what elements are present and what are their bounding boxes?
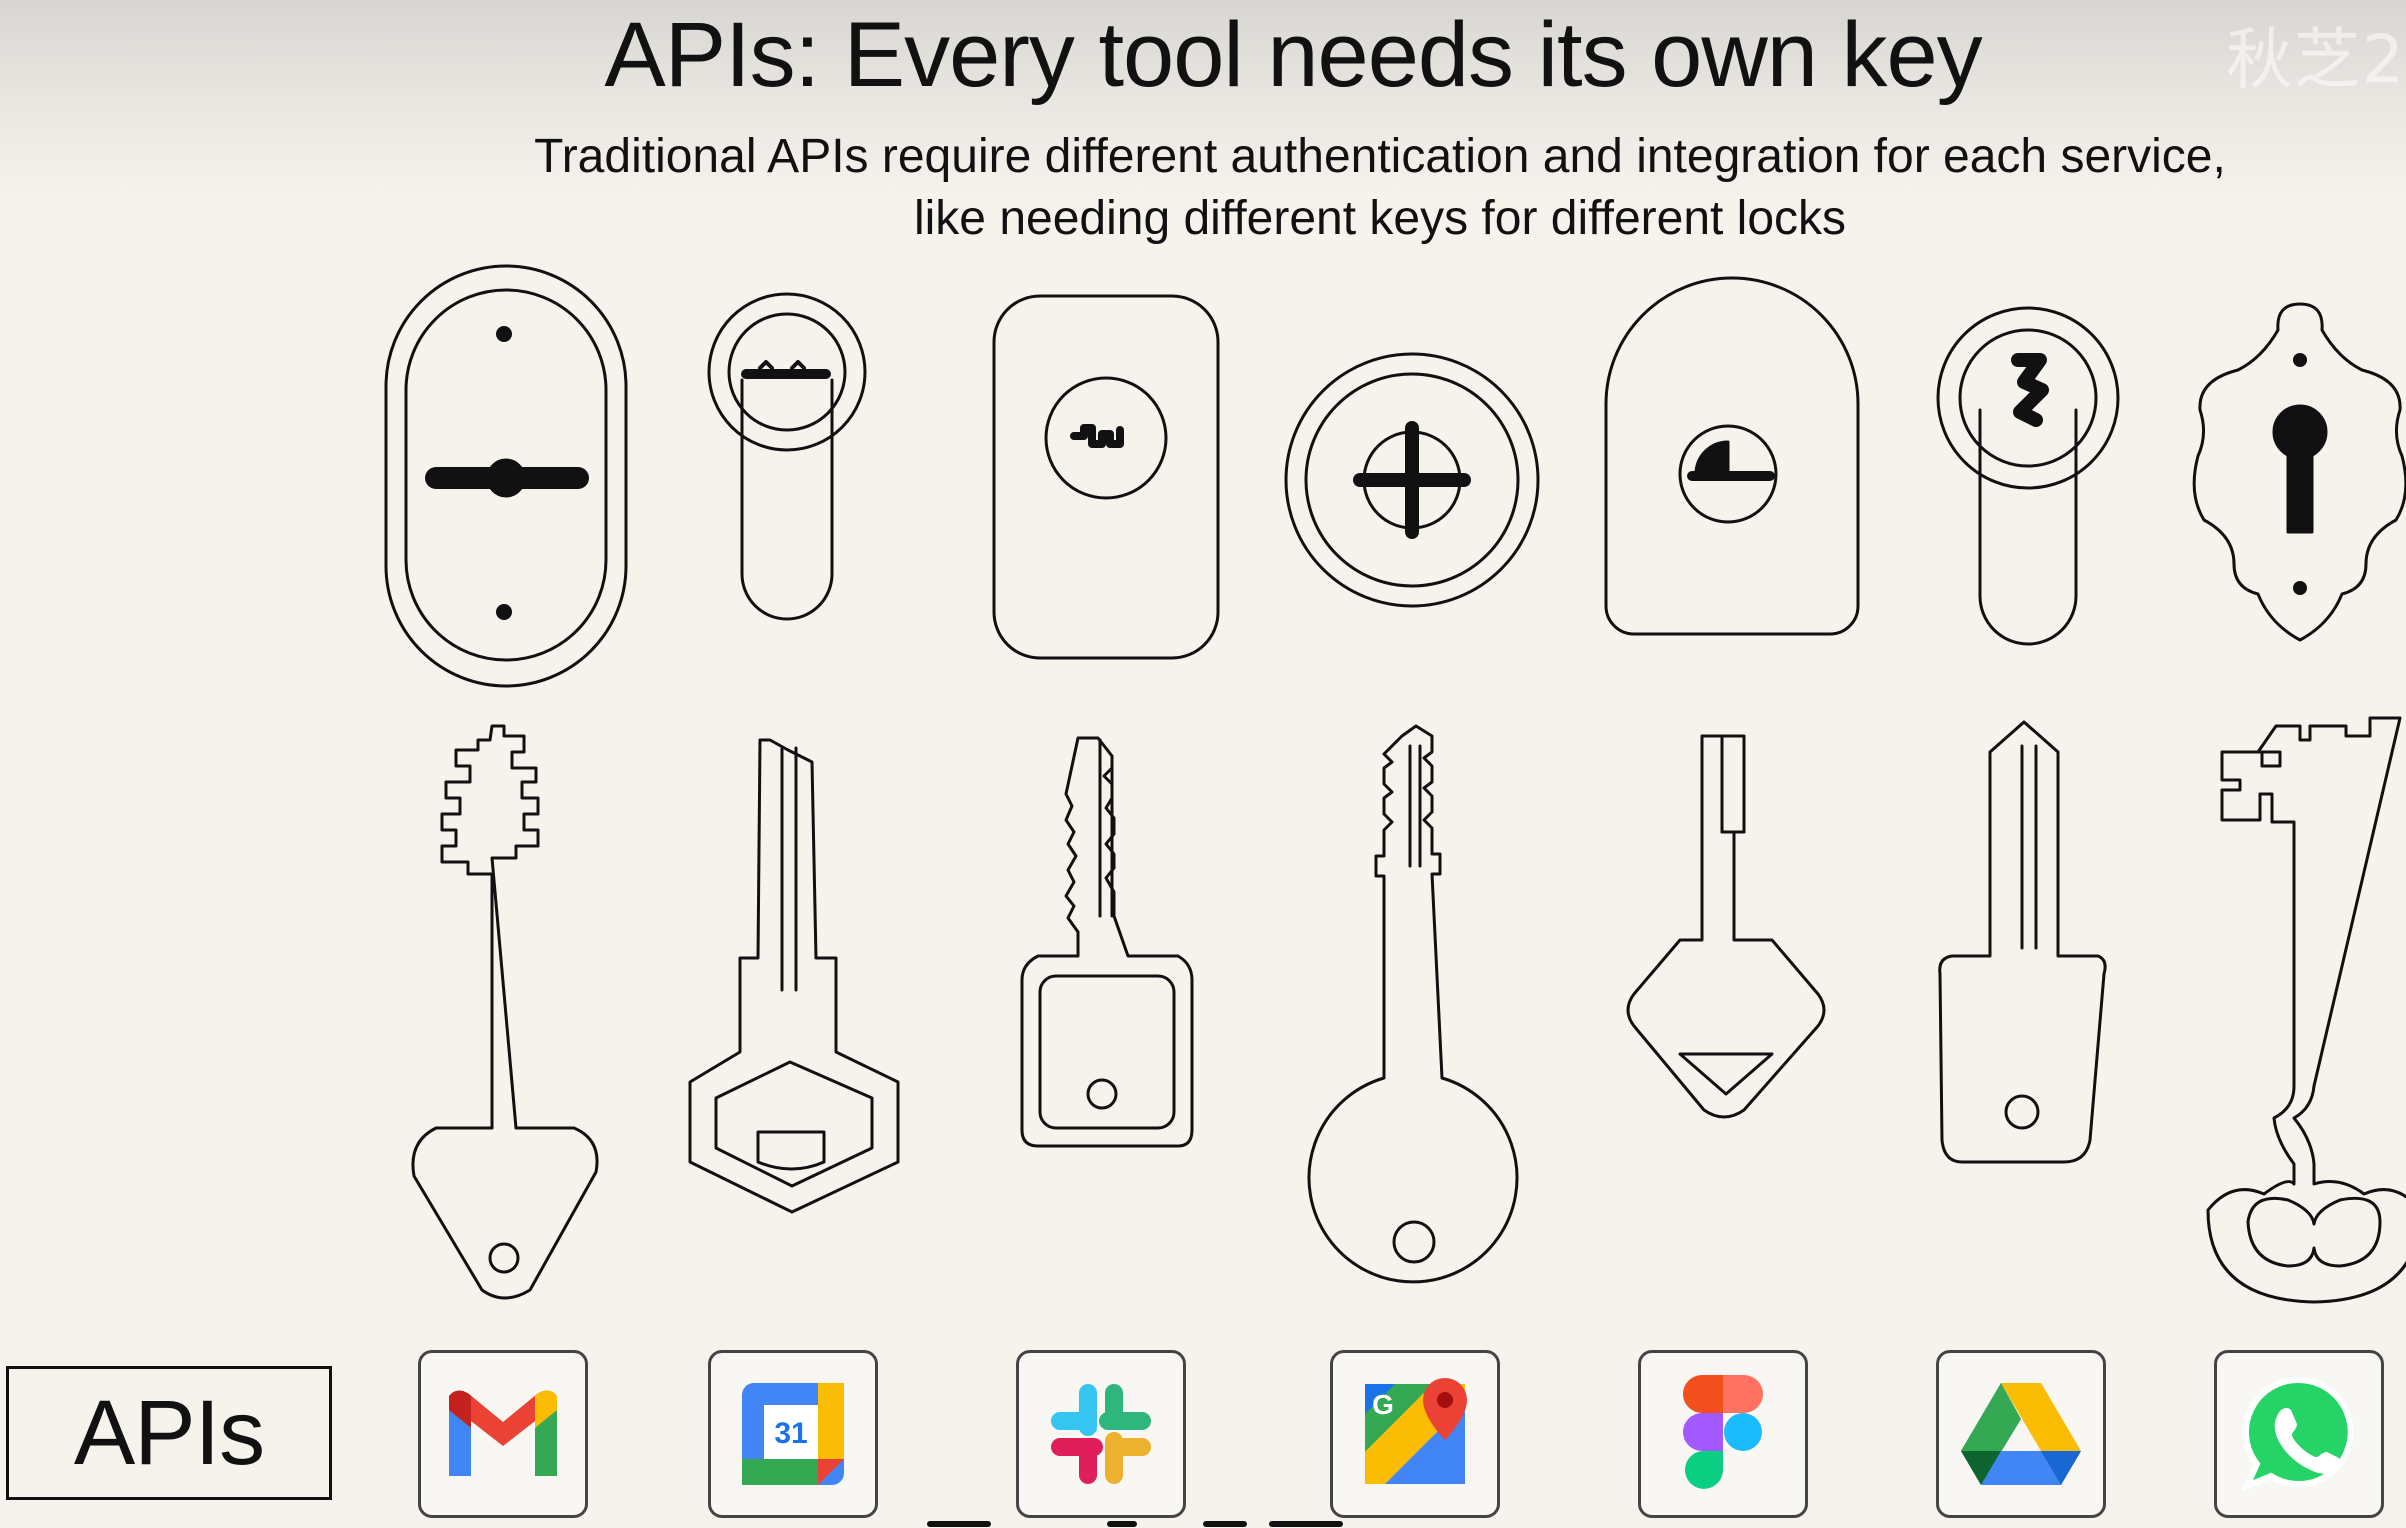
hexagon-bow-key-icon	[688, 738, 900, 1214]
pin-tumbler-triangle-key-icon	[411, 724, 599, 1300]
ornate-keyhole-lock-icon	[2192, 302, 2406, 642]
round-bow-key-icon	[1307, 724, 1519, 1284]
google-drive-tile[interactable]	[1936, 1350, 2106, 1518]
google-drive-icon	[1961, 1383, 2081, 1485]
cylinder-zigzag-lock-icon	[1936, 306, 2120, 646]
trapezoid-bow-key-icon	[1938, 720, 2107, 1164]
diamond-bow-key-icon	[1626, 734, 1826, 1119]
gmail-icon	[449, 1390, 557, 1476]
rounded-rect-lock-icon	[992, 294, 1220, 660]
oval-keyhole-lock-icon	[384, 264, 628, 688]
maps-g-label: G	[1372, 1389, 1394, 1420]
calendar-date-label: 31	[774, 1417, 807, 1450]
figma-tile[interactable]	[1638, 1350, 1808, 1518]
figma-icon	[1683, 1375, 1763, 1489]
whatsapp-icon	[2241, 1376, 2354, 1492]
euro-cylinder-lock-icon	[707, 292, 867, 621]
skeleton-key-icon	[2206, 716, 2406, 1304]
square-bow-key-icon	[1020, 736, 1194, 1148]
arch-lock-icon	[1604, 276, 1860, 636]
round-cross-lock-icon	[1284, 352, 1540, 608]
locks-and-keys-diagram	[384, 264, 2406, 1527]
google-maps-tile[interactable]: G	[1330, 1350, 1500, 1518]
slack-icon	[1051, 1384, 1151, 1484]
google-calendar-icon: 31	[742, 1383, 844, 1485]
google-maps-icon: G	[1365, 1378, 1467, 1484]
slack-tile[interactable]	[1016, 1350, 1186, 1518]
apis-label-box: APIs	[6, 1366, 332, 1500]
gmail-tile[interactable]	[418, 1350, 588, 1518]
apis-label: APIs	[73, 1381, 265, 1484]
whatsapp-tile[interactable]	[2214, 1350, 2384, 1518]
google-calendar-tile[interactable]: 31	[708, 1350, 878, 1518]
